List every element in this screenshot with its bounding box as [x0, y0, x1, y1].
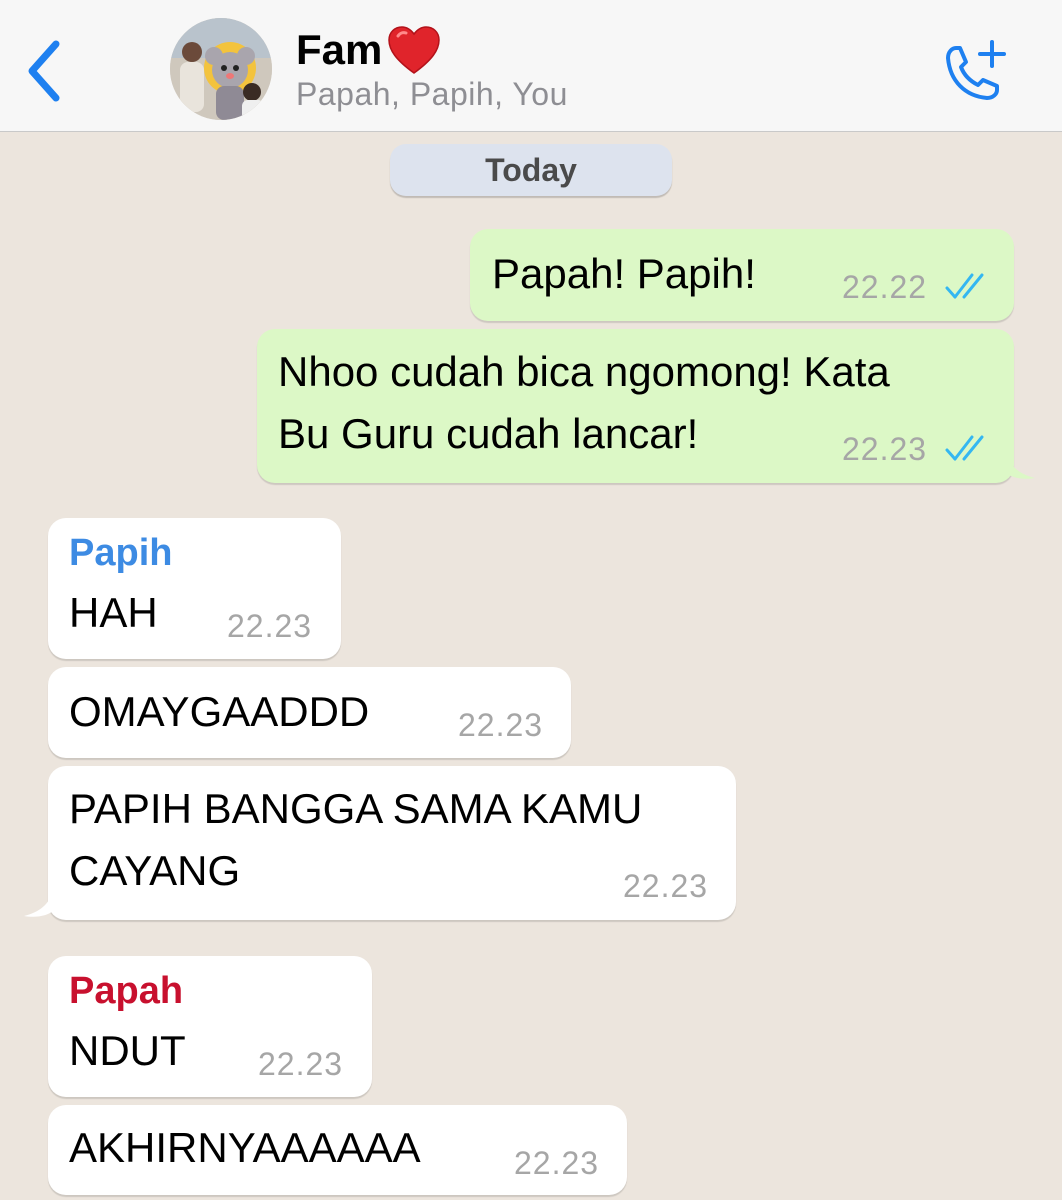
group-avatar[interactable]: [170, 18, 272, 120]
sender-name: Papih: [69, 532, 173, 574]
incoming-message-bubble[interactable]: PAPIH BANGGA SAMA KAMU CAYANG 22.23: [48, 766, 736, 920]
outgoing-message-bubble[interactable]: Papah! Papih! 22.22: [470, 229, 1014, 321]
add-call-icon: [946, 40, 1006, 100]
read-receipt-icon: [945, 273, 984, 299]
outgoing-message-bubble[interactable]: Nhoo cudah bica ngomong! Kata Bu Guru cu…: [257, 329, 1014, 483]
add-call-button[interactable]: [936, 36, 1012, 106]
message-text-line: Bu Guru cudah lancar!: [278, 410, 699, 457]
sender-name: Papah: [69, 970, 184, 1012]
incoming-message-bubble[interactable]: Papah NDUT 22.23: [48, 956, 372, 1097]
message-text: NDUT: [69, 1027, 186, 1074]
chevron-left-icon: [28, 40, 60, 102]
group-members-subtitle: Papah, Papih, You: [296, 76, 568, 112]
message-time: 22.23: [227, 608, 313, 644]
heart-icon: [388, 26, 441, 74]
read-receipt-icon: [945, 435, 984, 461]
incoming-message-bubble[interactable]: Papih HAH 22.23: [48, 518, 341, 659]
message-time: 22.23: [258, 1046, 344, 1082]
message-time: 22.23: [623, 868, 709, 904]
message-text-line: PAPIH BANGGA SAMA KAMU: [69, 785, 643, 832]
message-text: HAH: [69, 589, 158, 636]
message-time: 22.22: [842, 269, 928, 305]
chat-header: Fam Papah, Papih, You: [0, 0, 1062, 132]
incoming-message-bubble[interactable]: OMAYGAADDD 22.23: [48, 667, 571, 758]
chat-title[interactable]: Fam: [296, 22, 442, 78]
message-text-line: CAYANG: [69, 847, 241, 894]
message-text: OMAYGAADDD: [69, 688, 370, 735]
back-button[interactable]: [22, 36, 70, 106]
date-divider: Today: [390, 144, 672, 196]
message-text-line: Nhoo cudah bica ngomong! Kata: [278, 348, 890, 395]
message-text: AKHIRNYAAAAAA: [69, 1124, 421, 1171]
message-time: 22.23: [842, 431, 928, 467]
message-time: 22.23: [458, 707, 544, 743]
message-time: 22.23: [514, 1145, 600, 1181]
incoming-message-bubble[interactable]: AKHIRNYAAAAAA 22.23: [48, 1105, 627, 1195]
incoming-bubble-tail: [24, 888, 54, 917]
outgoing-bubble-tail: [1005, 450, 1035, 479]
chat-title-text: Fam: [296, 26, 383, 73]
message-text: Papah! Papih!: [492, 250, 756, 297]
